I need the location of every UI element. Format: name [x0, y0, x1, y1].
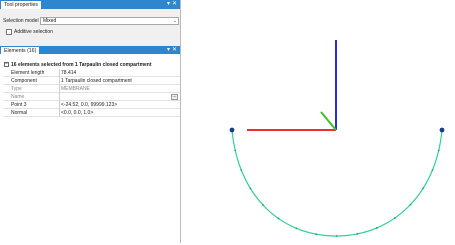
viewport-canvas[interactable] [183, 0, 455, 243]
segment-marker [335, 235, 338, 237]
tool-properties-header: Tool properties ▾ ✕ [0, 0, 180, 9]
selection-model-select[interactable]: Mixed ⌄ [40, 17, 179, 25]
property-group-title: 16 elements selected from 1 Tarpaulin cl… [11, 62, 152, 68]
property-value[interactable]: 1 Tarpaulin closed compartment [61, 77, 132, 85]
property-row[interactable]: Name ... [3, 93, 180, 101]
segment-marker [409, 203, 412, 206]
property-row[interactable]: Component 1 Tarpaulin closed compartment [3, 77, 180, 85]
segment-marker [315, 233, 318, 236]
property-group-header[interactable]: −16 elements selected from 1 Tarpaulin c… [3, 61, 180, 69]
segment-marker [356, 233, 359, 235]
chevron-down-icon[interactable]: ⌄ [173, 18, 177, 24]
segment-marker [422, 187, 424, 190]
ellipsis-button[interactable]: ... [171, 94, 178, 100]
column-divider [59, 77, 60, 85]
selection-model-row: Selection model Mixed ⌄ [3, 17, 179, 25]
segment-marker [249, 187, 252, 190]
end-node[interactable] [439, 127, 445, 133]
curve-segment-markers [234, 149, 440, 237]
segment-marker [431, 169, 434, 171]
collapse-icon[interactable]: − [4, 62, 9, 68]
y-axis [320, 111, 337, 131]
property-key: Normal [11, 110, 28, 116]
3d-viewport[interactable] [183, 0, 455, 243]
segment-marker [277, 217, 280, 220]
property-value[interactable]: <0.0, 0.0, 1.0> [61, 109, 93, 117]
tab-tool-properties[interactable]: Tool properties [0, 0, 43, 9]
segment-marker [437, 149, 440, 152]
column-divider [59, 69, 60, 77]
left-panel: Tool properties ▾ ✕ Selection model Mixe… [0, 0, 183, 243]
column-divider [59, 101, 60, 109]
selection-model-label: Selection model [3, 18, 39, 24]
property-row[interactable]: Element length 78.414 [3, 69, 180, 77]
segment-marker [375, 227, 378, 229]
property-row[interactable]: Normal <0.0, 0.0, 1.0> [3, 109, 180, 117]
segment-marker [234, 149, 237, 152]
segment-marker [295, 227, 298, 230]
close-icon[interactable]: ✕ [172, 0, 177, 9]
segment-marker [240, 169, 243, 171]
property-row[interactable]: Type MEMBRANE [3, 85, 180, 93]
property-value[interactable]: 78.414 [61, 69, 76, 77]
column-divider [59, 93, 60, 101]
property-key: Component [11, 78, 37, 84]
membrane-curve[interactable] [231, 129, 443, 237]
segment-marker [261, 204, 264, 206]
segment-marker [393, 217, 396, 219]
additive-selection-checkbox[interactable] [6, 29, 12, 35]
pin-icon[interactable]: ▾ [167, 0, 170, 9]
property-key: Name [11, 94, 25, 100]
property-key: Point 3 [11, 102, 27, 108]
end-node[interactable] [229, 127, 235, 133]
additive-selection-label: Additive selection [14, 29, 53, 35]
selection-model-value: Mixed [43, 18, 57, 24]
property-key: Element length [11, 70, 45, 76]
property-key: Type [11, 86, 22, 92]
property-value: MEMBRANE [61, 86, 90, 92]
property-value[interactable]: <-24.52, 0.0, 99999.123> [61, 101, 117, 109]
column-divider [59, 85, 60, 93]
column-divider [59, 109, 60, 117]
property-row[interactable]: Point 3 <-24.52, 0.0, 99999.123> [3, 101, 180, 109]
